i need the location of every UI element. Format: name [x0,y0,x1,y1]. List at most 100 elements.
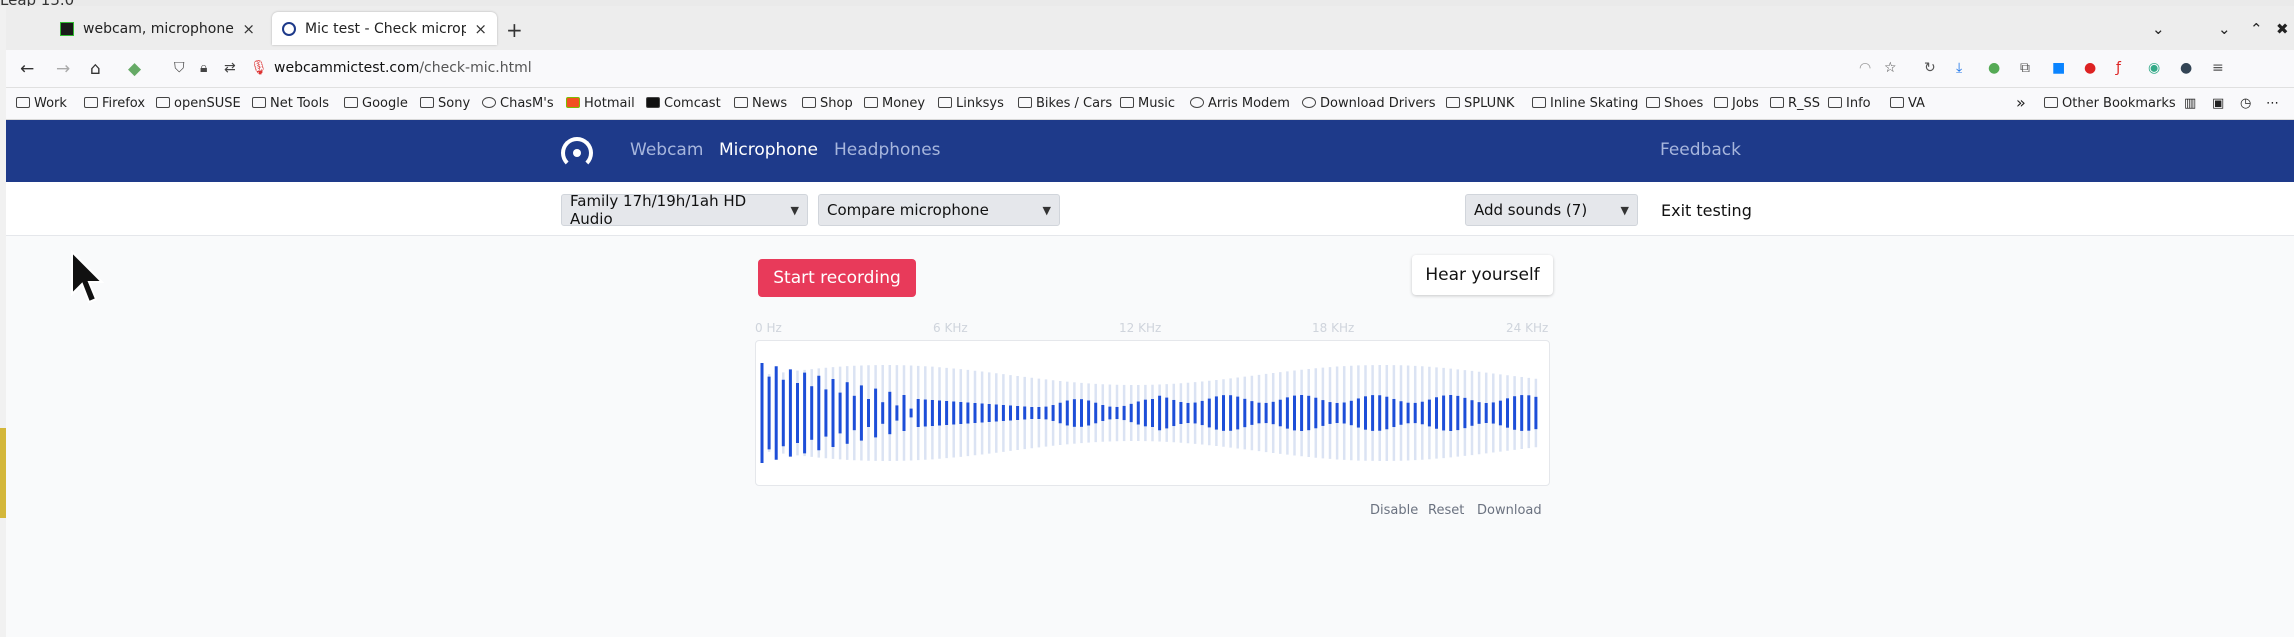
freq-label: 18 KHz [1312,321,1355,335]
nav-microphone[interactable]: Microphone [719,140,818,160]
mouse-cursor-icon [71,250,104,304]
bookmark-item[interactable]: Music [1120,96,1175,111]
x-icon [646,97,660,108]
bookmark-item[interactable]: Sony [420,96,470,111]
chevron-down-icon: ▼ [1620,203,1629,217]
bookmark-item[interactable]: openSUSE [156,96,241,111]
mic-favicon-icon [282,21,296,36]
microphone-in-use-icon[interactable]: 🎙︎ [250,60,268,76]
bookmarks-overflow-icon[interactable]: » [2016,93,2026,112]
bookmark-item[interactable]: Money [864,96,925,111]
list-all-tabs-icon[interactable]: ⌄ [2152,20,2165,38]
reader-icon[interactable]: ◠ [1859,60,1871,76]
library-icon[interactable]: ⋯ [2266,96,2279,111]
compare-select[interactable]: Compare microphone ▼ [818,194,1060,226]
nav-feedback[interactable]: Feedback [1660,140,1741,160]
bookmark-item[interactable]: Hotmail [566,96,635,111]
extension-icon[interactable]: ƒ [2116,60,2121,76]
folder-icon [938,97,952,108]
add-sounds-value: Add sounds (7) [1474,201,1588,219]
bookmark-item[interactable]: Jobs [1714,96,1759,111]
minimize-icon[interactable]: ⌄ [2218,20,2231,38]
bookmark-item[interactable]: R_SS [1770,96,1820,111]
extension-icon[interactable]: ● [1988,60,2000,76]
bookmark-item[interactable]: Arris Modem [1190,96,1290,111]
bookmark-item[interactable]: Linksys [938,96,1004,111]
tab-title: webcam, microphone not [83,20,234,37]
exit-testing-link[interactable]: Exit testing [1661,201,1752,220]
extension-icon[interactable]: ● [2084,60,2096,76]
nav-headphones[interactable]: Headphones [834,140,941,160]
hear-yourself-button[interactable]: Hear yourself [1412,255,1553,295]
folder-icon [2044,97,2058,108]
close-icon[interactable]: × [474,20,487,38]
chevron-down-icon: ▼ [1042,203,1051,217]
bookmark-item[interactable]: Download Drivers [1302,96,1436,111]
screenshot-icon[interactable]: ▣ [2212,96,2224,111]
home-icon[interactable]: ⌂ [90,59,101,79]
extension-icon[interactable]: ◉ [2148,60,2160,76]
folder-icon [156,97,170,108]
bookmark-item[interactable]: ChasM's [482,96,554,111]
folder-icon [420,97,434,108]
back-icon[interactable]: ← [20,59,34,79]
bookmark-item[interactable]: Inline Skating [1532,96,1638,111]
bookmark-item[interactable]: Info [1828,96,1871,111]
folder-icon [1446,97,1460,108]
bookmark-item[interactable]: SPLUNK [1446,96,1514,111]
compare-select-value: Compare microphone [827,201,989,219]
sidebar-icon[interactable]: ▥ [2184,96,2196,111]
add-sounds-select[interactable]: Add sounds (7) ▼ [1465,194,1638,226]
bookmark-item[interactable]: News [734,96,787,111]
lock-icon[interactable]: 🔒︎ [200,60,207,76]
site-logo-icon[interactable] [561,137,593,169]
disable-link[interactable]: Disable [1370,503,1418,518]
download-link[interactable]: Download [1477,503,1542,518]
bookmark-item[interactable]: VA [1890,96,1925,111]
bookmark-item[interactable]: Bikes / Cars [1018,96,1112,111]
tab-mic-test[interactable]: Mic test - Check micropho × [272,12,497,45]
reload-icon[interactable]: ↻ [1924,60,1936,76]
bookmark-star-icon[interactable]: ☆ [1884,60,1897,76]
other-bookmarks[interactable]: Other Bookmarks [2044,96,2176,111]
maximize-icon[interactable]: ⌃ [2250,20,2263,38]
bookmark-item[interactable]: Work [16,96,67,111]
permissions-icon[interactable]: ⇄ [224,60,236,76]
tab-webcam-question[interactable]: webcam, microphone not × [50,12,265,45]
waveform-svg [760,363,1538,463]
close-icon[interactable]: × [242,20,255,38]
main-content: Start recording Hear yourself 0 Hz 6 KHz… [6,236,2294,637]
extension-icon[interactable]: ● [2180,60,2192,76]
shield-icon[interactable]: ⛉ [174,60,185,76]
freq-label: 24 KHz [1506,321,1549,335]
url-text: webcammictest.com/check-mic.html [274,60,532,76]
extensions-puzzle-icon[interactable]: ⧉ [2020,60,2030,76]
terminal-favicon-icon [60,21,74,36]
reset-link[interactable]: Reset [1428,503,1464,518]
controls-row: Family 17h/19h/1ah HD Audio ▼ Compare mic… [6,182,2294,236]
folder-icon [84,97,98,108]
bookmark-item[interactable]: Shop [802,96,853,111]
new-tab-button[interactable]: + [506,18,523,42]
freq-label: 12 KHz [1119,321,1162,335]
extension-icon[interactable]: ■ [2052,60,2065,76]
history-icon[interactable]: ◷ [2240,96,2251,111]
downloads-icon[interactable]: ⤓ [1956,60,1962,76]
start-recording-button[interactable]: Start recording [758,259,916,297]
close-window-icon[interactable]: ✖ [2276,20,2289,38]
url-bar[interactable]: ⛉ 🔒︎ ⇄ 🎙︎ webcammictest.com/check-mic.ht… [164,54,1897,84]
folder-icon [1890,97,1904,108]
bookmark-item[interactable]: Net Tools [252,96,329,111]
bookmark-item[interactable]: Shoes [1646,96,1703,111]
globe-icon [1190,97,1204,108]
device-select-value: Family 17h/19h/1ah HD Audio [570,192,747,228]
menu-icon[interactable]: ≡ [2212,60,2224,76]
bookmark-item[interactable]: Firefox [84,96,145,111]
device-select[interactable]: Family 17h/19h/1ah HD Audio ▼ [561,192,808,228]
nav-webcam[interactable]: Webcam [630,140,703,160]
bookmark-item[interactable]: Google [344,96,408,111]
extension-icon[interactable]: ◆ [128,59,141,79]
folder-icon [1646,97,1660,108]
forward-icon[interactable]: → [56,59,70,79]
bookmark-item[interactable]: Comcast [646,96,721,111]
